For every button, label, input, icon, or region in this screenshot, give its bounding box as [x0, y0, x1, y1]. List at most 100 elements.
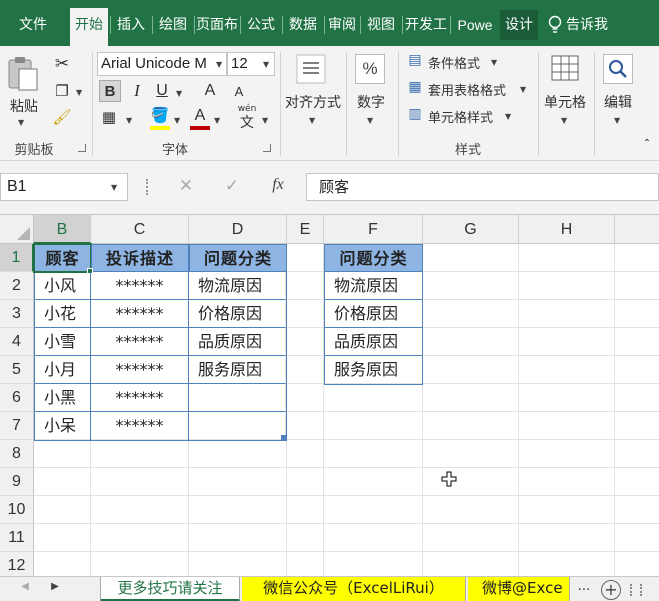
row-header[interactable]: 9 [0, 468, 34, 496]
format-painter-icon[interactable]: 🖌 [52, 108, 72, 126]
tab-data[interactable]: 数据 [284, 10, 322, 40]
cells-button[interactable]: 单元格 [540, 92, 590, 112]
category-list-header[interactable]: 问题分类 [324, 244, 423, 272]
category-list-item[interactable]: 品质原因 [325, 328, 422, 356]
cell-styles-dropdown-icon[interactable]: ▼ [505, 112, 511, 121]
sheet-tab-active[interactable]: 更多技巧请关注 [100, 577, 240, 601]
tell-me-search[interactable]: 告诉我 [566, 10, 622, 40]
tab-developer[interactable]: 开发工 [404, 10, 448, 40]
table-cell[interactable] [189, 384, 286, 412]
table-cell[interactable]: 服务原因 [189, 356, 286, 384]
bold-button[interactable]: B [99, 80, 121, 102]
fill-color-icon[interactable]: 🪣 [150, 106, 170, 124]
table-cell[interactable]: ****** [91, 300, 189, 328]
table-cell[interactable]: 小月 [35, 356, 91, 384]
phonetic-icon[interactable]: wén 文 [236, 104, 258, 134]
italic-button[interactable]: I [127, 80, 147, 102]
font-name-dropdown-icon[interactable]: ▼ [216, 60, 222, 69]
format-as-table-button[interactable]: 套用表格格式 [428, 80, 506, 99]
table-cell[interactable]: ****** [91, 272, 189, 300]
conditional-format-button[interactable]: 条件格式 [428, 53, 480, 72]
row-header[interactable]: 5 [0, 356, 34, 384]
cut-icon[interactable]: ✂ [52, 54, 72, 74]
table-cell[interactable]: ****** [91, 356, 189, 384]
font-color-button[interactable]: A [190, 106, 210, 126]
table-cell[interactable]: 品质原因 [189, 328, 286, 356]
number-format-button[interactable]: 数字 [350, 92, 392, 112]
row-header[interactable]: 3 [0, 300, 34, 328]
table-resize-handle[interactable] [281, 435, 286, 440]
category-list-item[interactable]: 物流原因 [325, 272, 422, 300]
cancel-icon[interactable]: ✕ [176, 176, 196, 196]
borders-dropdown-icon[interactable]: ▼ [126, 116, 132, 125]
add-sheet-icon[interactable]: + [601, 580, 621, 600]
collapse-ribbon-icon[interactable]: ⌃ [640, 138, 654, 149]
cells-icon[interactable] [550, 52, 580, 84]
name-box[interactable]: B1 [0, 173, 128, 201]
table-cell[interactable]: 小雪 [35, 328, 91, 356]
tab-home[interactable]: 开始 [70, 8, 108, 46]
search-icon[interactable] [603, 54, 633, 84]
cell-styles-icon[interactable]: ▥ [406, 106, 424, 122]
category-list-item[interactable]: 价格原因 [325, 300, 422, 328]
paste-button[interactable]: 粘贴 [6, 96, 42, 116]
phonetic-dropdown-icon[interactable]: ▼ [262, 116, 268, 125]
tab-formulas[interactable]: 公式 [242, 10, 280, 40]
table-header-category[interactable]: 问题分类 [189, 244, 287, 272]
percent-icon[interactable]: % [355, 54, 385, 84]
tab-review[interactable]: 审阅 [326, 10, 358, 40]
number-dropdown-icon[interactable]: ▼ [367, 116, 373, 125]
alignment-icon[interactable] [296, 54, 326, 84]
row-header[interactable]: 6 [0, 384, 34, 412]
tab-design[interactable]: 设计 [500, 10, 538, 40]
sheet-tab[interactable]: 微信公众号（ExcelLiRui） [242, 577, 466, 601]
borders-icon[interactable]: ▦ [99, 108, 119, 126]
row-header[interactable]: 7 [0, 412, 34, 440]
formula-bar-grip[interactable] [146, 179, 150, 195]
table-cell[interactable]: 小花 [35, 300, 91, 328]
table-cell[interactable]: 价格原因 [189, 300, 286, 328]
alignment-dropdown-icon[interactable]: ▼ [309, 116, 315, 125]
scroll-tabs-right-icon[interactable]: ▶ [48, 581, 62, 592]
table-cell[interactable]: ****** [91, 412, 189, 440]
font-launcher-icon[interactable] [263, 144, 271, 152]
enter-icon[interactable]: ✓ [222, 176, 242, 196]
row-header[interactable]: 12 [0, 552, 34, 577]
copy-dropdown-icon[interactable]: ▼ [76, 88, 82, 97]
paste-icon[interactable] [6, 56, 40, 92]
paste-dropdown-icon[interactable]: ▼ [18, 118, 24, 127]
row-header[interactable]: 2 [0, 272, 34, 300]
row-header[interactable]: 8 [0, 440, 34, 468]
column-header-i[interactable] [615, 215, 659, 244]
tab-insert[interactable]: 插入 [112, 10, 150, 40]
conditional-format-dropdown-icon[interactable]: ▼ [491, 58, 497, 67]
row-header[interactable]: 4 [0, 328, 34, 356]
column-header-b[interactable]: B [34, 215, 91, 244]
tab-scroll-splitter[interactable] [630, 584, 642, 596]
more-sheets-button[interactable]: ... [572, 579, 596, 594]
tab-draw[interactable]: 绘图 [154, 10, 192, 40]
conditional-format-icon[interactable]: ▤ [406, 52, 424, 68]
column-header-g[interactable]: G [423, 215, 519, 244]
clipboard-launcher-icon[interactable] [78, 144, 86, 152]
underline-button[interactable]: U [152, 80, 172, 102]
row-header[interactable]: 11 [0, 524, 34, 552]
decrease-font-button[interactable]: A [232, 82, 246, 102]
increase-font-button[interactable]: A [202, 80, 218, 102]
font-name-field[interactable]: Arial Unicode M [97, 52, 227, 76]
column-header-c[interactable]: C [91, 215, 189, 244]
table-cell[interactable]: 小黑 [35, 384, 91, 412]
table-cell[interactable]: 小呆 [35, 412, 91, 440]
underline-dropdown-icon[interactable]: ▼ [176, 89, 182, 98]
alignment-button[interactable]: 对齐方式 [282, 92, 344, 112]
column-header-h[interactable]: H [519, 215, 615, 244]
scroll-tabs-left-icon[interactable]: ◀ [18, 581, 32, 592]
format-as-table-dropdown-icon[interactable]: ▼ [520, 85, 526, 94]
sheet-tab[interactable]: 微博@Exce [468, 577, 570, 601]
cell-styles-button[interactable]: 单元格样式 [428, 107, 493, 126]
table-cell[interactable] [189, 412, 286, 440]
insert-function-button[interactable]: fx [266, 176, 290, 194]
row-header[interactable]: 1 [0, 244, 34, 272]
table-cell[interactable]: ****** [91, 328, 189, 356]
column-header-e[interactable]: E [287, 215, 324, 244]
